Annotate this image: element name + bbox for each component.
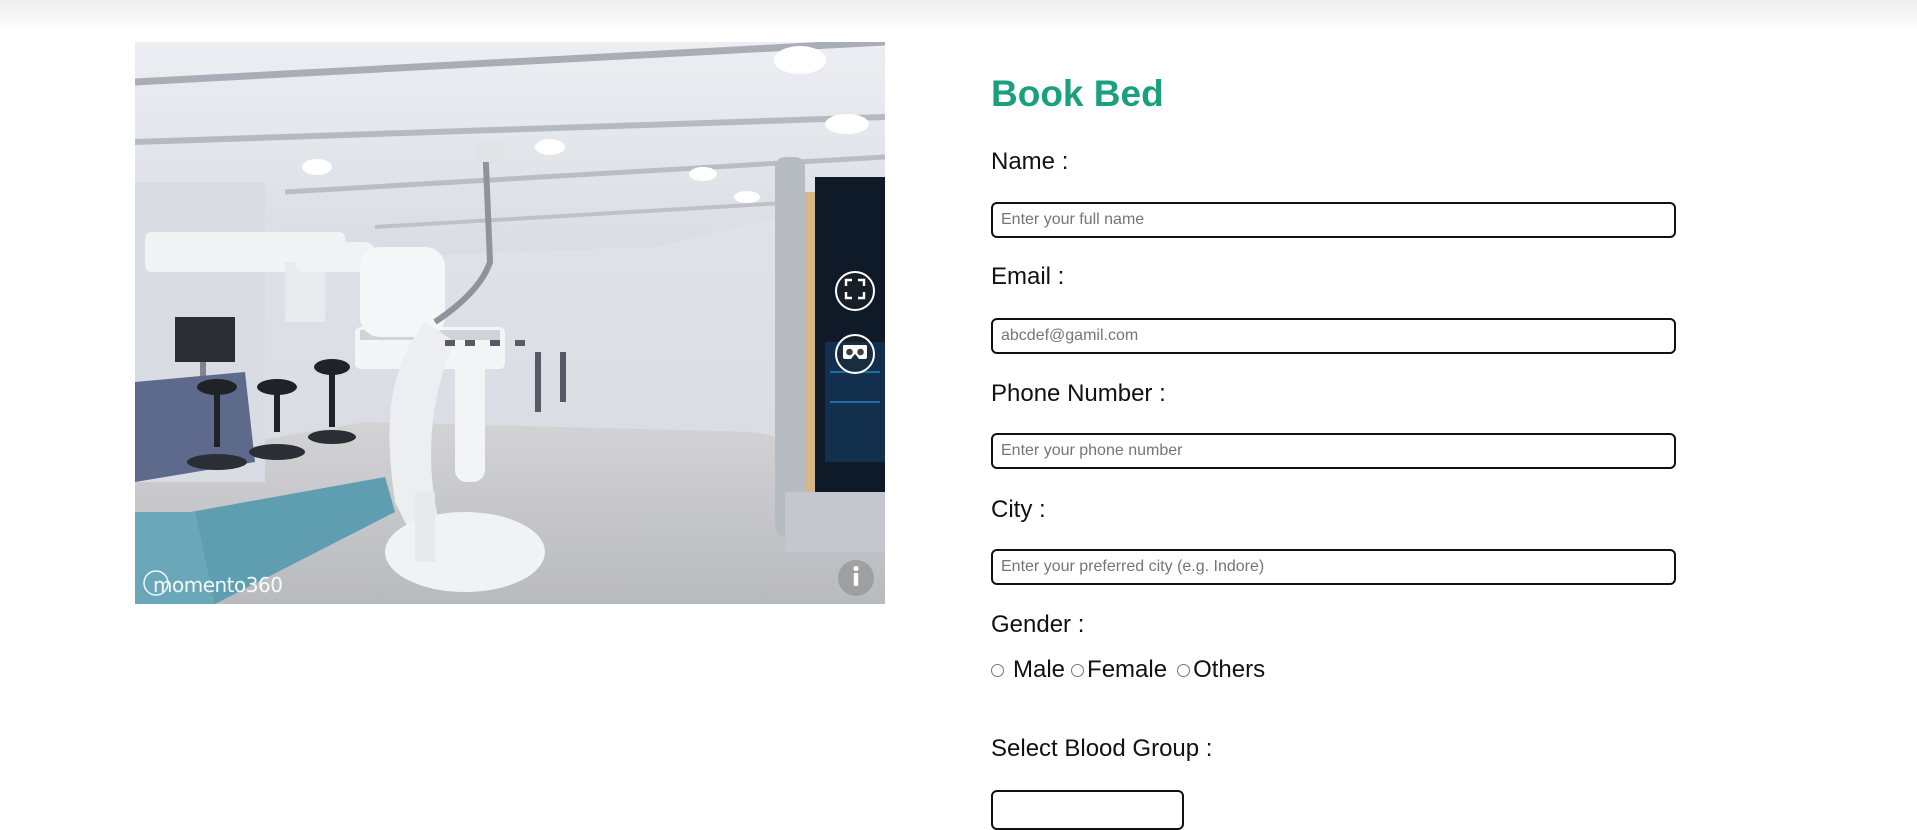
name-label: Name : (991, 148, 1069, 175)
vr-headset-icon (842, 343, 868, 366)
panorama-viewer[interactable]: momento360 (135, 42, 885, 604)
momento360-watermark: momento360 (143, 568, 283, 603)
phone-label: Phone Number : (991, 380, 1166, 407)
book-bed-form: Book Bed Name : Email : Phone Number : C… (991, 68, 1691, 830)
blood-group-select[interactable] (991, 790, 1184, 830)
form-title: Book Bed (991, 73, 1164, 114)
gender-option-female[interactable]: Female (1071, 656, 1167, 684)
info-button[interactable] (838, 560, 874, 596)
fullscreen-button[interactable] (835, 271, 875, 311)
city-label: City : (991, 496, 1046, 523)
email-label: Email : (991, 263, 1065, 290)
email-input[interactable] (991, 318, 1676, 354)
momento360-logo-icon (143, 568, 169, 603)
gender-radio-others[interactable] (1177, 663, 1191, 677)
city-input[interactable] (991, 549, 1676, 585)
fullscreen-icon (844, 278, 866, 305)
phone-input[interactable] (991, 433, 1676, 469)
watermark-text: momento360 (153, 573, 283, 597)
gender-label: Gender : (991, 611, 1085, 638)
gender-option-others[interactable]: Others (1177, 656, 1265, 684)
gender-others-label: Others (1193, 656, 1266, 683)
gender-radio-group: Male Female Others (991, 656, 1265, 684)
name-input[interactable] (991, 202, 1676, 238)
top-header-bar (0, 0, 1917, 30)
blood-group-label: Select Blood Group : (991, 735, 1213, 762)
gender-radio-female[interactable] (1071, 663, 1085, 677)
operating-room-panorama[interactable] (135, 42, 885, 604)
gender-male-label: Male (1013, 656, 1066, 683)
vr-mode-button[interactable] (835, 334, 875, 374)
gender-option-male[interactable]: Male (991, 656, 1065, 684)
gender-radio-male[interactable] (991, 663, 1004, 677)
info-icon (838, 558, 874, 599)
gender-female-label: Female (1087, 656, 1168, 683)
